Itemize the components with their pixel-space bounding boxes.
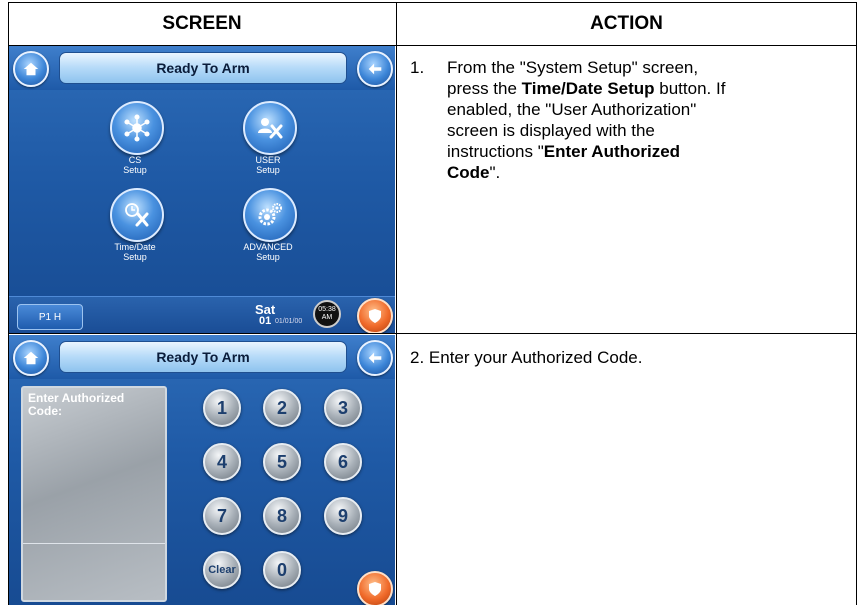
key-clear[interactable]: Clear — [203, 551, 241, 589]
status-title: Ready To Arm — [59, 52, 347, 84]
step1-line3: enabled, the "User Authorization" — [447, 100, 697, 119]
advanced-setup-label-line2: Setup — [256, 252, 280, 262]
key-8[interactable]: 8 — [263, 497, 301, 535]
home-icon — [23, 62, 39, 76]
key-4[interactable]: 4 — [203, 443, 241, 481]
partition-button[interactable]: P1 H — [17, 304, 83, 330]
user-setup-button[interactable] — [243, 101, 297, 155]
authorization-keypad-screen: Ready To Arm Enter Authorized Code: 1 2 … — [9, 335, 395, 605]
step1-text: From the "System Setup" screen, press th… — [447, 57, 847, 183]
back-button[interactable] — [357, 340, 393, 376]
step1-line6: Code". — [447, 162, 847, 183]
shield-icon — [369, 309, 381, 323]
key-0[interactable]: 0 — [263, 551, 301, 589]
step1-line5-pre: instructions " — [447, 142, 544, 161]
back-arrow-icon — [368, 352, 382, 364]
top-bar: Ready To Arm — [9, 46, 395, 90]
system-setup-screen: Ready To Arm CS Setup USER Setup Time/Da… — [9, 46, 395, 333]
key-6[interactable]: 6 — [324, 443, 362, 481]
action-column-header: ACTION — [590, 12, 663, 34]
time-date-setup-label: Time/Date Setup — [90, 242, 180, 262]
network-icon — [124, 114, 150, 142]
key-9[interactable]: 9 — [324, 497, 362, 535]
cs-setup-label: CS Setup — [90, 155, 180, 175]
time-date-setup-button[interactable] — [110, 188, 164, 242]
back-arrow-icon — [368, 63, 382, 75]
date-display: Sat 01 01/01/00 — [255, 302, 317, 329]
time-date-setup-label-line1: Time/Date — [114, 242, 156, 252]
user-setup-label-line1: USER — [255, 155, 281, 165]
key-7[interactable]: 7 — [203, 497, 241, 535]
advanced-setup-label: ADVANCED Setup — [223, 242, 313, 262]
day-number: 01 — [259, 315, 272, 327]
emergency-button[interactable] — [357, 298, 393, 333]
clock-badge: 05:38 AM — [313, 300, 341, 328]
cs-setup-button[interactable] — [110, 101, 164, 155]
clock-ampm: AM — [321, 314, 333, 321]
advanced-setup-button[interactable] — [243, 188, 297, 242]
user-setup-label: USER Setup — [223, 155, 313, 175]
clock-tools-icon — [125, 203, 149, 227]
step1-line1: From the "System Setup" screen, — [447, 58, 699, 77]
step1-line2-bold: Time/Date Setup — [521, 79, 655, 98]
step1-line2-pre: press the — [447, 79, 522, 98]
key-5[interactable]: 5 — [263, 443, 301, 481]
emergency-button[interactable] — [357, 571, 393, 605]
step2-text: 2. Enter your Authorized Code. — [410, 348, 643, 367]
home-icon — [23, 351, 39, 365]
top-bar: Ready To Arm — [9, 335, 395, 379]
user-tools-icon — [258, 118, 283, 139]
key-2[interactable]: 2 — [263, 389, 301, 427]
user-setup-label-line2: Setup — [256, 165, 280, 175]
key-1[interactable]: 1 — [203, 389, 241, 427]
clock-time: 05:38 — [318, 306, 336, 313]
back-button[interactable] — [357, 51, 393, 87]
home-button[interactable] — [13, 51, 49, 87]
status-title: Ready To Arm — [59, 341, 347, 373]
step1-line5: instructions "Enter Authorized — [447, 141, 847, 162]
home-button[interactable] — [13, 340, 49, 376]
cs-setup-label-line2: Setup — [123, 165, 147, 175]
cs-setup-label-line1: CS — [128, 155, 142, 165]
step1-line4: screen is displayed with the — [447, 121, 655, 140]
step1-line5-bold: Enter Authorized — [543, 142, 681, 161]
step1-line6-post: ". — [489, 163, 501, 182]
entry-label: Enter Authorized Code: — [28, 392, 124, 418]
instruction-table: SCREEN ACTION Ready To Arm CS Setup USER… — [8, 2, 857, 605]
step1-line6-bold: Code — [447, 163, 490, 182]
code-entry-panel: Enter Authorized Code: — [21, 386, 167, 602]
date-text: 01/01/00 — [275, 318, 303, 325]
bottom-bar: P1 H Sat 01 01/01/00 05:38 AM — [9, 296, 395, 333]
screen-column-header: SCREEN — [162, 12, 242, 34]
advanced-setup-label-line1: ADVANCED — [243, 242, 293, 252]
row-divider — [8, 333, 857, 334]
gears-icon — [258, 203, 282, 226]
table-border-right — [856, 2, 857, 605]
shield-icon — [369, 582, 381, 596]
step1-line2-post: button. If — [654, 79, 726, 98]
table-column-divider — [396, 2, 397, 605]
key-3[interactable]: 3 — [324, 389, 362, 427]
time-date-setup-label-line2: Setup — [123, 252, 147, 262]
entry-label-line2: Code: — [28, 404, 62, 418]
entry-separator — [23, 543, 165, 544]
step1-number: 1. — [410, 58, 425, 77]
step1-line2: press the Time/Date Setup button. If — [447, 78, 847, 99]
